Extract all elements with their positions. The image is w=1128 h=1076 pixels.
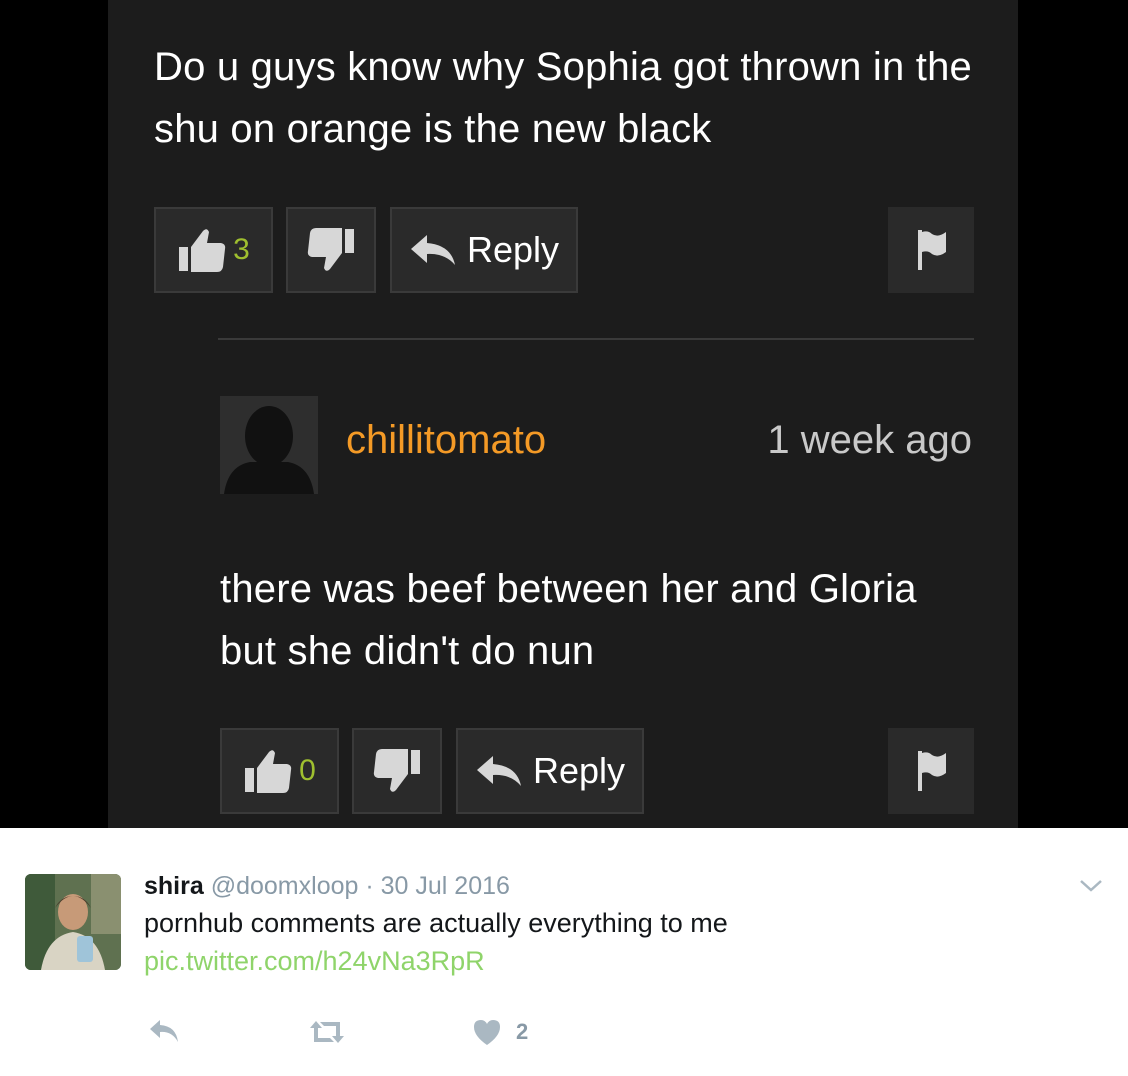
- chevron-down-icon: [1080, 880, 1102, 892]
- upvote-count: 3: [233, 233, 250, 266]
- flag-button[interactable]: [888, 207, 974, 293]
- reply-label: Reply: [466, 229, 560, 270]
- tweet-media-link[interactable]: pic.twitter.com/h24vNa3RpR: [144, 946, 485, 977]
- thumbs-down-icon: [307, 228, 354, 271]
- default-avatar[interactable]: [220, 396, 318, 494]
- comment-username[interactable]: chillitomato: [346, 418, 546, 463]
- reply-reply-button[interactable]: Reply: [456, 728, 644, 814]
- tweet-like-button[interactable]: 2: [472, 1018, 528, 1046]
- retweet-icon: [310, 1021, 344, 1043]
- reply-upvote-button[interactable]: 0: [220, 728, 339, 814]
- comment-timestamp: 1 week ago: [767, 418, 972, 462]
- reply-button[interactable]: Reply: [390, 207, 578, 293]
- thumbs-up-icon: [179, 229, 226, 272]
- upvote-button[interactable]: 3: [154, 207, 273, 293]
- thumbs-up-icon: [245, 750, 292, 793]
- comment-panel: Do u guys know why Sophia got thrown in …: [108, 0, 1018, 828]
- tweet-date[interactable]: 30 Jul 2016: [381, 872, 510, 900]
- reply-divider: [218, 338, 974, 340]
- like-count: 2: [516, 1019, 529, 1044]
- thumbs-down-icon: [373, 749, 420, 792]
- tweet-card: shira @doomxloop · 30 Jul 2016 pornhub c…: [0, 828, 1128, 1076]
- reply-comment-text: there was beef between her and Gloria bu…: [220, 567, 917, 673]
- avatar-photo: [25, 874, 121, 970]
- reply-icon: [150, 1020, 178, 1042]
- reply-arrow-icon: [410, 235, 455, 265]
- heart-icon: [474, 1020, 500, 1045]
- tweet-author-name[interactable]: shira: [144, 872, 204, 900]
- comment-text: Do u guys know why Sophia got thrown in …: [154, 45, 972, 151]
- flag-icon: [918, 230, 946, 270]
- tweet-header: shira @doomxloop · 30 Jul 2016: [144, 872, 510, 901]
- tweet-menu-button[interactable]: [1078, 876, 1104, 896]
- user-silhouette-icon: [224, 406, 314, 494]
- tweet-reply-button[interactable]: [148, 1018, 180, 1044]
- embedded-screenshot: Do u guys know why Sophia got thrown in …: [0, 0, 1128, 828]
- reply-downvote-button[interactable]: [352, 728, 442, 814]
- reply-upvote-count: 0: [299, 754, 316, 787]
- reply-flag-button[interactable]: [888, 728, 974, 814]
- reply-reply-label: Reply: [532, 750, 626, 791]
- tweet-retweet-button[interactable]: [306, 1018, 348, 1046]
- downvote-button[interactable]: [286, 207, 376, 293]
- user-avatar[interactable]: [25, 874, 121, 970]
- tweet-text: pornhub comments are actually everything…: [144, 908, 728, 938]
- tweet-author-handle[interactable]: @doomxloop: [211, 872, 359, 900]
- reply-arrow-icon: [476, 756, 521, 786]
- header-separator: ·: [365, 872, 374, 900]
- flag-icon: [918, 751, 946, 791]
